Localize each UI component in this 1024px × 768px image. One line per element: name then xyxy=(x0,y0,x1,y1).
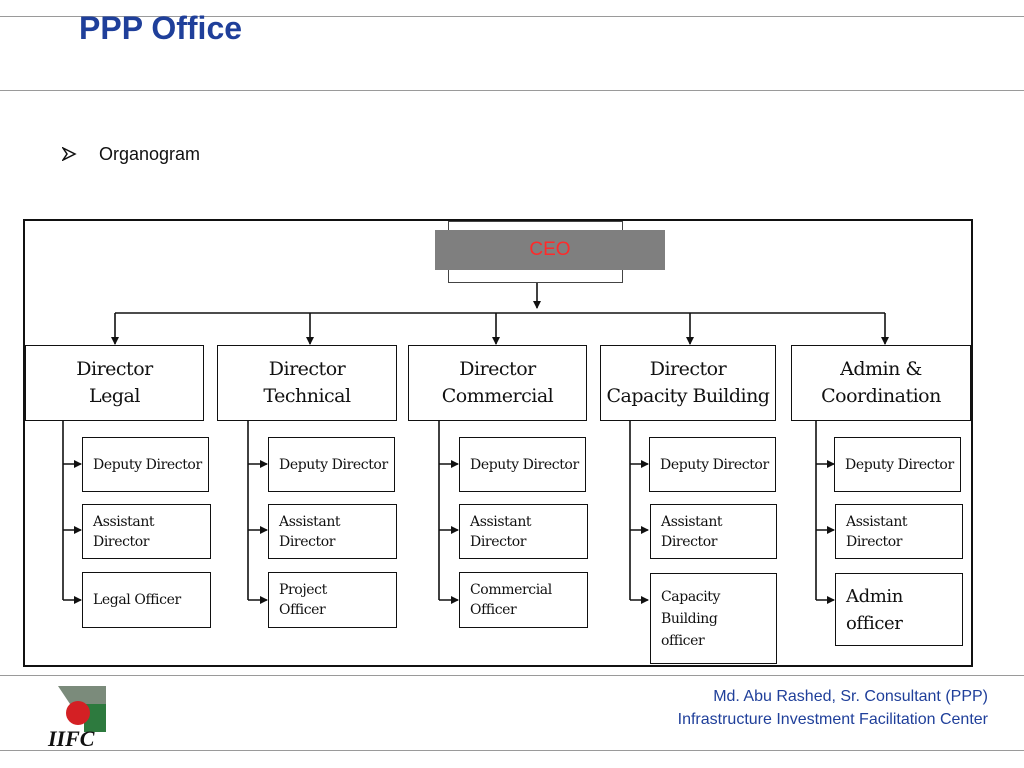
logo-text: IIFC xyxy=(47,726,95,751)
capacity-deputy-director: Deputy Director xyxy=(649,437,776,492)
footer-author: Md. Abu Rashed, Sr. Consultant (PPP) xyxy=(713,688,988,705)
technical-assistant-director: Assistant Director xyxy=(268,504,397,559)
commercial-deputy-director: Deputy Director xyxy=(459,437,586,492)
admin-officer: Admin officer xyxy=(835,573,963,646)
ceo-node: CEO xyxy=(435,230,665,270)
admin-deputy-director: Deputy Director xyxy=(834,437,961,492)
commercial-assistant-director: Assistant Director xyxy=(459,504,588,559)
director-commercial: Director Commercial xyxy=(408,345,587,421)
director-capacity-building: Director Capacity Building xyxy=(600,345,776,421)
admin-assistant-director: Assistant Director xyxy=(835,504,963,559)
technical-deputy-director: Deputy Director xyxy=(268,437,395,492)
capacity-assistant-director: Assistant Director xyxy=(650,504,777,559)
legal-assistant-director: Assistant Director xyxy=(82,504,211,559)
director-technical: Director Technical xyxy=(217,345,397,421)
footer-top-rule xyxy=(0,675,1024,676)
footer-organization: Infrastructure Investment Facilitation C… xyxy=(677,711,988,728)
legal-deputy-director: Deputy Director xyxy=(82,437,209,492)
admin-coordination: Admin & Coordination xyxy=(791,345,971,421)
iifc-logo: IIFC xyxy=(46,684,112,757)
technical-project-officer: Project Officer xyxy=(268,572,397,628)
footer-bottom-rule xyxy=(0,750,1024,751)
capacity-building-officer: Capacity Building officer xyxy=(650,573,777,664)
director-legal: Director Legal xyxy=(25,345,204,421)
commercial-officer: Commercial Officer xyxy=(459,572,588,628)
legal-officer: Legal Officer xyxy=(82,572,211,628)
